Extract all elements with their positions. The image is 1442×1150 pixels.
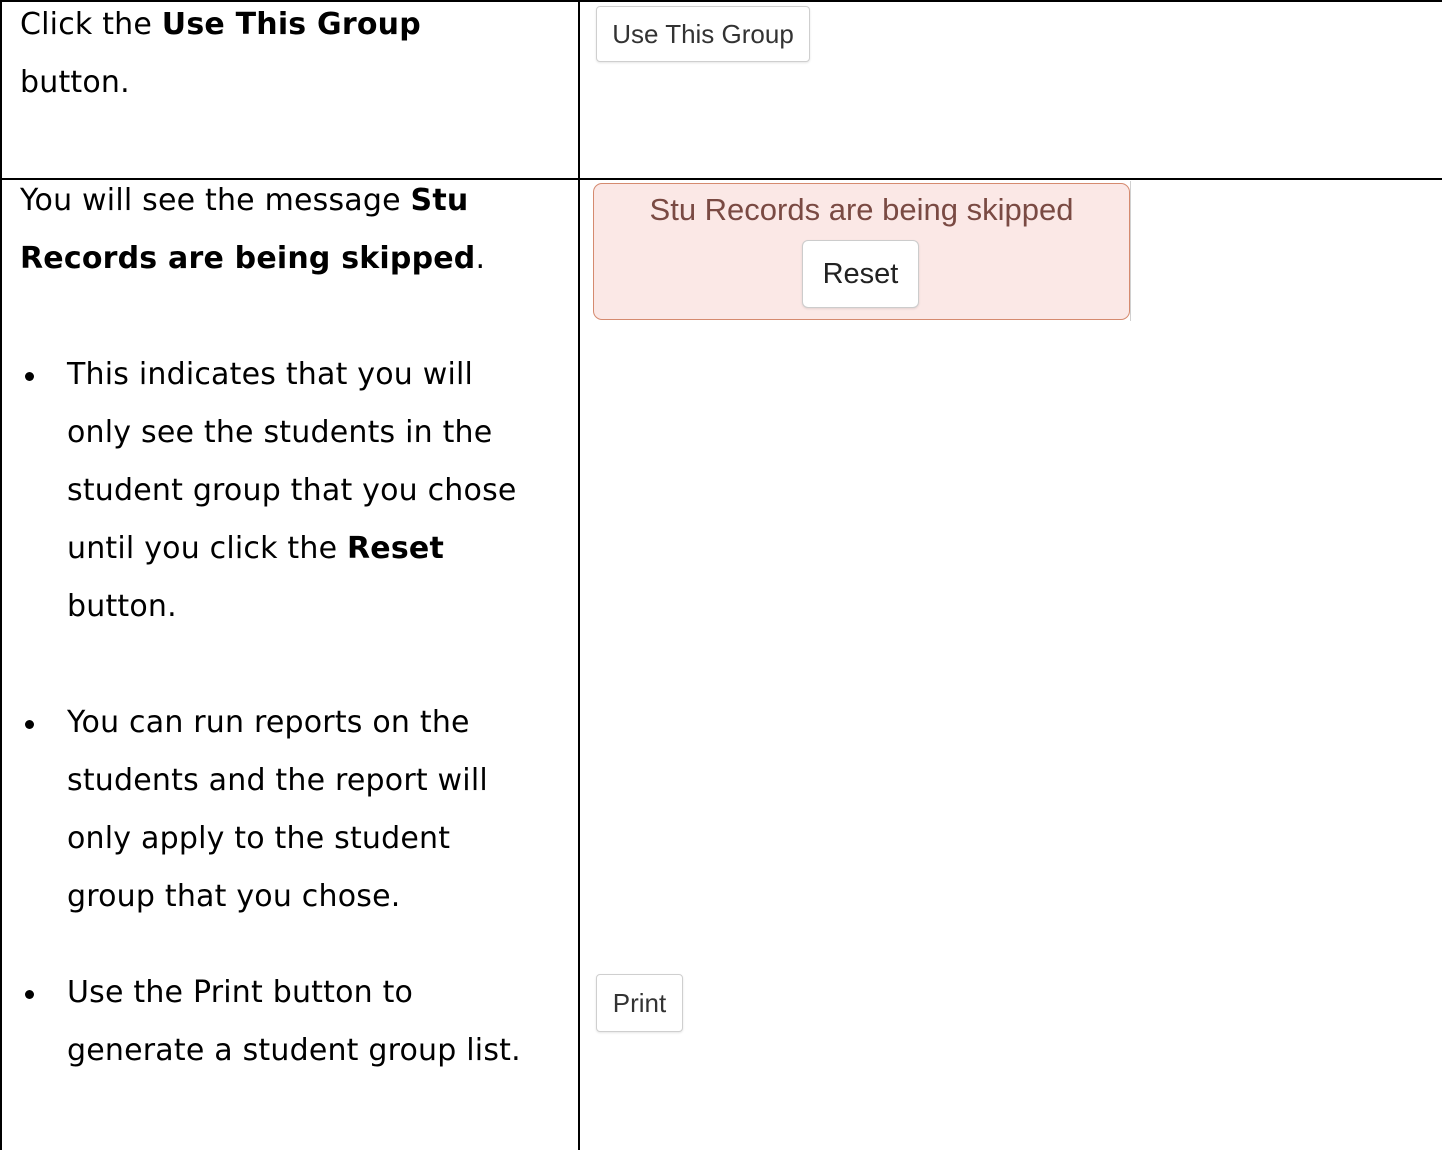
print-button[interactable]: Print	[596, 974, 683, 1032]
row2-message-prefix: You will see the message	[20, 183, 411, 218]
bullet3-line1: Use the Print button to	[67, 975, 414, 1010]
records-skipped-message: Stu Records are being skipped	[649, 192, 1074, 227]
row1-instruction-cell: Click the Use This Group button.	[20, 0, 570, 112]
bullet3-line2: generate a student group list.	[67, 1033, 521, 1068]
row1-instruction-suffix: button.	[20, 65, 130, 100]
reset-button-label: Reset	[822, 257, 899, 290]
bullet1-line3: student group that you chose	[67, 473, 517, 508]
use-this-group-button-label: Use This Group	[612, 18, 794, 49]
bullet1-line5: button.	[67, 589, 177, 624]
row2-message-suffix: .	[475, 241, 486, 276]
bullet2-line3: only apply to the student	[67, 821, 451, 856]
bullet-item-indicates: This indicates that you will only see th…	[20, 346, 570, 636]
row1-instruction-prefix: Click the	[20, 7, 162, 42]
bullet2-line4: group that you chose.	[67, 879, 401, 914]
bullet-item-reports: You can run reports on the students and …	[20, 694, 570, 926]
bullet2-line1: You can run reports on the	[67, 705, 470, 740]
screenshot-edge-divider	[1130, 181, 1131, 321]
row2-message-line2: Records are being skipped.	[20, 230, 570, 288]
reset-button[interactable]: Reset	[802, 240, 919, 308]
table-column-divider	[578, 0, 580, 1150]
bullet-list: This indicates that you will only see th…	[20, 346, 570, 1080]
row2-instruction-cell: You will see the message Stu Records are…	[20, 172, 570, 1080]
bullet1-line2: only see the students in the	[67, 415, 493, 450]
table-border-left	[0, 0, 2, 1150]
row1-instruction-line1: Click the Use This Group	[20, 0, 570, 54]
bullet-item-print: Use the Print button to generate a stude…	[20, 964, 570, 1080]
row1-instruction-bold: Use This Group	[161, 7, 421, 42]
bullet1-line4-bold: Reset	[347, 531, 444, 566]
row2-message-line1: You will see the message Stu	[20, 172, 570, 230]
instruction-table: Click the Use This Group button. Use Thi…	[0, 0, 1442, 1150]
bullet2-line2: students and the report will	[67, 763, 488, 798]
row2-message-bold-2: Records are being skipped	[20, 241, 476, 276]
row2-message-bold-1: Stu	[410, 183, 469, 218]
bullet1-line4-prefix: until you click the	[67, 531, 347, 566]
use-this-group-button[interactable]: Use This Group	[596, 6, 810, 62]
records-skipped-alert: Stu Records are being skipped Reset	[593, 183, 1130, 320]
bullet1-line1: This indicates that you will	[67, 357, 474, 392]
print-button-label: Print	[612, 987, 667, 1018]
bullet1-line4: until you click the Reset	[67, 520, 570, 578]
